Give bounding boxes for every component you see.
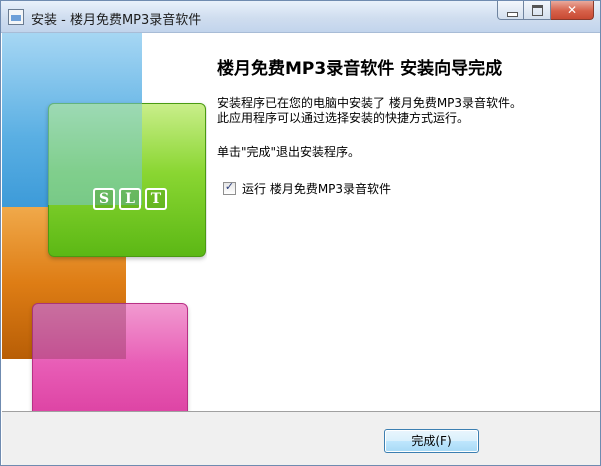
wizard-footer: 完成(F)	[2, 412, 600, 465]
window-title: 安装 - 楼月免费MP3录音软件	[31, 13, 202, 28]
title-bar[interactable]: 安装 - 楼月免费MP3录音软件 ✕	[1, 1, 600, 33]
window-controls: ✕	[497, 1, 594, 21]
logo-letter-s: S	[93, 188, 115, 210]
checkmark-icon: ✓	[224, 180, 235, 193]
minimize-button[interactable]	[497, 1, 524, 20]
finish-button[interactable]: 完成(F)	[384, 429, 479, 453]
installer-app-icon	[8, 9, 24, 25]
logo-letter-l: L	[119, 188, 141, 210]
page-title: 楼月免费MP3录音软件 安装向导完成	[217, 59, 503, 79]
slt-logo: S L T	[93, 188, 167, 210]
maximize-icon	[532, 5, 543, 16]
close-icon: ✕	[566, 3, 578, 17]
close-button[interactable]: ✕	[551, 1, 594, 20]
installer-window: 安装 - 楼月免费MP3录音软件 ✕ S L T 楼月免费MP3录音软件 安装向…	[0, 0, 601, 466]
description-line: 安装程序已在您的电脑中安装了 楼月免费MP3录音软件。	[217, 96, 523, 110]
run-program-option[interactable]: ✓ 运行 楼月免费MP3录音软件	[223, 180, 391, 197]
finish-hint: 单击"完成"退出安装程序。	[217, 145, 361, 159]
run-program-checkbox[interactable]: ✓	[223, 180, 236, 195]
completion-description: 安装程序已在您的电脑中安装了 楼月免费MP3录音软件。 此应用程序可以通过选择安…	[217, 96, 597, 126]
maximize-button[interactable]	[524, 1, 551, 20]
orange-pink-overlap	[32, 303, 126, 359]
minimize-icon	[507, 12, 518, 17]
description-line: 此应用程序可以通过选择安装的快捷方式运行。	[217, 111, 470, 125]
run-program-label[interactable]: 运行 楼月免费MP3录音软件	[242, 180, 391, 197]
logo-letter-t: T	[145, 188, 167, 210]
wizard-sidebar-image: S L T	[2, 33, 207, 411]
